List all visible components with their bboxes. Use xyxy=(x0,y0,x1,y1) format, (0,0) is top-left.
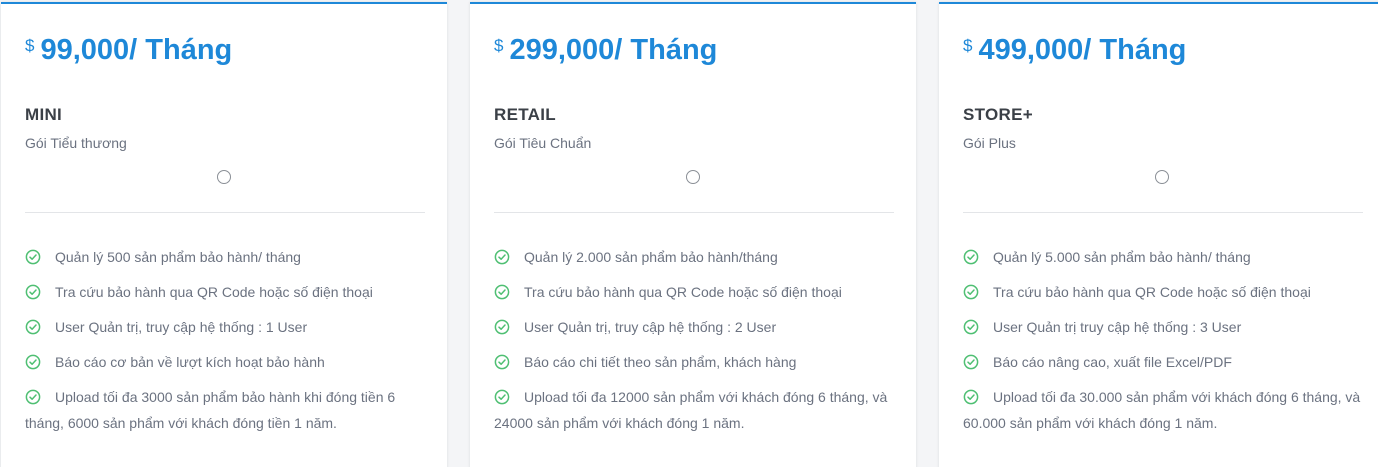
pricing-plans: $99,000/ Tháng MINI Gói Tiểu thương Quản… xyxy=(0,0,1378,467)
plan-subtitle: Gói Tiêu Chuẩn xyxy=(494,135,592,151)
feature-item: Tra cứu bảo hành qua QR Code hoặc số điệ… xyxy=(25,279,429,305)
check-circle-icon xyxy=(963,354,979,370)
divider xyxy=(494,212,894,213)
divider xyxy=(963,212,1363,213)
price-amount: 99,000/ Tháng xyxy=(40,34,233,66)
plan-select-radio[interactable] xyxy=(1155,170,1169,184)
check-circle-icon xyxy=(25,249,41,265)
feature-text: Báo cáo chi tiết theo sản phẩm, khách hà… xyxy=(524,354,797,370)
feature-item: Báo cáo nâng cao, xuất file Excel/PDF xyxy=(963,349,1367,375)
plan-card-store-plus: $499,000/ Tháng STORE+ Gói Plus Quản lý … xyxy=(939,2,1378,467)
feature-item: Báo cáo cơ bản về lượt kích hoạt bảo hàn… xyxy=(25,349,429,375)
check-circle-icon xyxy=(963,389,979,405)
feature-text: Báo cáo nâng cao, xuất file Excel/PDF xyxy=(993,354,1232,370)
feature-list: Quản lý 5.000 sản phẩm bảo hành/ tháng T… xyxy=(963,244,1367,445)
feature-text: User Quản trị, truy cập hệ thống : 1 Use… xyxy=(55,319,308,335)
price-amount: 499,000/ Tháng xyxy=(978,34,1187,66)
feature-item: User Quản trị truy cập hệ thống : 3 User xyxy=(963,314,1367,340)
feature-text: Tra cứu bảo hành qua QR Code hoặc số điệ… xyxy=(55,284,373,300)
feature-item: Tra cứu bảo hành qua QR Code hoặc số điệ… xyxy=(963,279,1367,305)
feature-item: Quản lý 500 sản phẩm bảo hành/ tháng xyxy=(25,244,429,270)
plan-name: RETAIL xyxy=(494,105,556,124)
plan-subtitle: Gói Plus xyxy=(963,135,1016,151)
feature-text: Quản lý 5.000 sản phẩm bảo hành/ tháng xyxy=(993,249,1251,265)
divider xyxy=(25,212,425,213)
feature-item: User Quản trị, truy cập hệ thống : 1 Use… xyxy=(25,314,429,340)
feature-text: User Quản trị truy cập hệ thống : 3 User xyxy=(993,319,1242,335)
feature-text: Upload tối đa 3000 sản phẩm bảo hành khi… xyxy=(25,389,396,431)
check-circle-icon xyxy=(963,249,979,265)
plan-card-retail: $299,000/ Tháng RETAIL Gói Tiêu Chuẩn Qu… xyxy=(470,2,916,467)
plan-select-radio[interactable] xyxy=(217,170,231,184)
feature-list: Quản lý 2.000 sản phẩm bảo hành/tháng Tr… xyxy=(494,244,898,445)
feature-item: User Quản trị, truy cập hệ thống : 2 Use… xyxy=(494,314,898,340)
plan-subtitle: Gói Tiểu thương xyxy=(25,135,127,151)
feature-text: Upload tối đa 12000 sản phẩm với khách đ… xyxy=(494,389,888,431)
feature-item: Báo cáo chi tiết theo sản phẩm, khách hà… xyxy=(494,349,898,375)
price-amount: 299,000/ Tháng xyxy=(509,34,718,66)
check-circle-icon xyxy=(963,284,979,300)
feature-text: Báo cáo cơ bản về lượt kích hoạt bảo hàn… xyxy=(55,354,325,370)
check-circle-icon xyxy=(494,354,510,370)
feature-item: Upload tối đa 3000 sản phẩm bảo hành khi… xyxy=(25,384,429,436)
currency-symbol: $ xyxy=(494,36,504,55)
feature-item: Upload tối đa 30.000 sản phẩm với khách … xyxy=(963,384,1367,436)
currency-symbol: $ xyxy=(963,36,973,55)
feature-text: User Quản trị, truy cập hệ thống : 2 Use… xyxy=(524,319,777,335)
check-circle-icon xyxy=(494,389,510,405)
feature-text: Tra cứu bảo hành qua QR Code hoặc số điệ… xyxy=(993,284,1311,300)
feature-text: Upload tối đa 30.000 sản phẩm với khách … xyxy=(963,389,1361,431)
feature-item: Quản lý 2.000 sản phẩm bảo hành/tháng xyxy=(494,244,898,270)
feature-text: Quản lý 2.000 sản phẩm bảo hành/tháng xyxy=(524,249,778,265)
check-circle-icon xyxy=(494,284,510,300)
plan-price: $99,000/ Tháng xyxy=(25,34,232,67)
check-circle-icon xyxy=(25,354,41,370)
check-circle-icon xyxy=(494,319,510,335)
feature-item: Quản lý 5.000 sản phẩm bảo hành/ tháng xyxy=(963,244,1367,270)
plan-select-radio[interactable] xyxy=(686,170,700,184)
plan-price: $299,000/ Tháng xyxy=(494,34,717,67)
plan-name: MINI xyxy=(25,105,63,124)
plan-name: STORE+ xyxy=(963,105,1033,124)
feature-item: Upload tối đa 12000 sản phẩm với khách đ… xyxy=(494,384,898,436)
currency-symbol: $ xyxy=(25,36,35,55)
feature-item: Tra cứu bảo hành qua QR Code hoặc số điệ… xyxy=(494,279,898,305)
feature-text: Tra cứu bảo hành qua QR Code hoặc số điệ… xyxy=(524,284,842,300)
check-circle-icon xyxy=(25,319,41,335)
check-circle-icon xyxy=(963,319,979,335)
check-circle-icon xyxy=(25,389,41,405)
feature-list: Quản lý 500 sản phẩm bảo hành/ tháng Tra… xyxy=(25,244,429,445)
feature-text: Quản lý 500 sản phẩm bảo hành/ tháng xyxy=(55,249,301,265)
check-circle-icon xyxy=(494,249,510,265)
plan-card-mini: $99,000/ Tháng MINI Gói Tiểu thương Quản… xyxy=(1,2,447,467)
plan-price: $499,000/ Tháng xyxy=(963,34,1186,67)
check-circle-icon xyxy=(25,284,41,300)
